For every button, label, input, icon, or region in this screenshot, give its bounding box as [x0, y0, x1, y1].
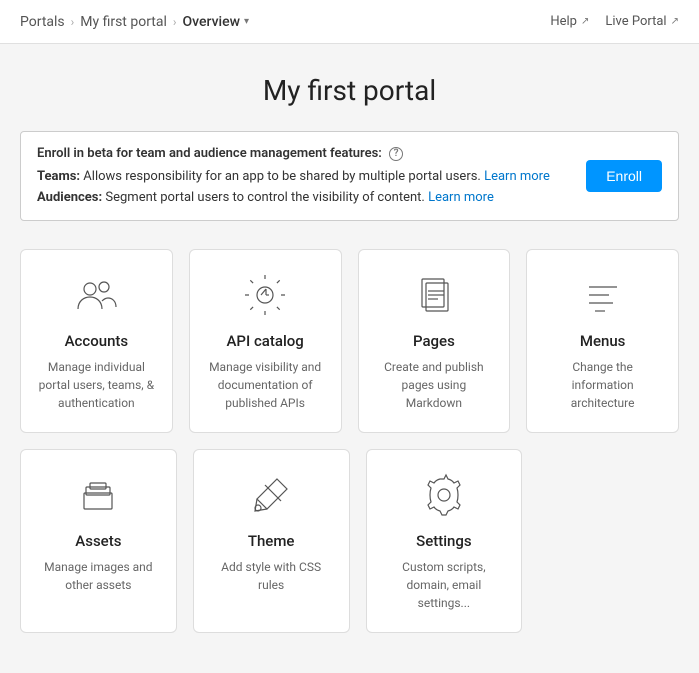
card-pages[interactable]: Pages Create and publish pages using Mar…: [358, 249, 511, 433]
assets-title: Assets: [75, 532, 121, 550]
breadcrumb-sep-1: ›: [71, 15, 75, 29]
teams-label: Teams:: [37, 169, 80, 184]
beta-title-text: Enroll in beta for team and audience man…: [37, 146, 382, 161]
breadcrumb-current-label: Overview: [183, 14, 240, 30]
teams-learn-more[interactable]: Learn more: [484, 169, 550, 184]
cards-section: Accounts Manage individual portal users,…: [20, 249, 679, 633]
help-external-icon: ↗: [581, 16, 589, 27]
enroll-button[interactable]: Enroll: [586, 160, 662, 192]
card-api-catalog[interactable]: API catalog Manage visibility and docume…: [189, 249, 342, 433]
help-link[interactable]: Help ↗: [550, 14, 589, 29]
breadcrumb-sep-2: ›: [173, 15, 177, 29]
live-portal-label: Live Portal: [605, 14, 666, 29]
beta-banner: Enroll in beta for team and audience man…: [20, 131, 679, 221]
page-title: My first portal: [20, 74, 679, 107]
pages-title: Pages: [413, 332, 455, 350]
beta-teams-line: Teams: Allows responsibility for an app …: [37, 167, 570, 188]
pages-icon: [409, 270, 459, 320]
breadcrumb: Portals › My first portal › Overview ▾: [20, 14, 249, 30]
teams-desc: Allows responsibility for an app to be s…: [83, 169, 481, 184]
help-label: Help: [550, 14, 577, 29]
pages-desc: Create and publish pages using Markdown: [375, 358, 494, 412]
card-theme[interactable]: Theme Add style with CSS rules: [193, 449, 350, 633]
audiences-learn-more[interactable]: Learn more: [428, 190, 494, 205]
beta-audiences-line: Audiences: Segment portal users to contr…: [37, 188, 570, 209]
menus-title: Menus: [580, 332, 626, 350]
theme-icon: [246, 470, 296, 520]
beta-help-icon[interactable]: ?: [389, 147, 403, 161]
breadcrumb-current: Overview ▾: [183, 14, 250, 30]
api-catalog-icon: [240, 270, 290, 320]
card-assets[interactable]: Assets Manage images and other assets: [20, 449, 177, 633]
audiences-desc: Segment portal users to control the visi…: [105, 190, 424, 205]
theme-title: Theme: [248, 532, 295, 550]
card-menus[interactable]: Menus Change the information architectur…: [526, 249, 679, 433]
api-catalog-title: API catalog: [226, 332, 303, 350]
breadcrumb-dropdown-arrow[interactable]: ▾: [244, 16, 249, 27]
live-portal-link[interactable]: Live Portal ↗: [605, 14, 679, 29]
breadcrumb-portals[interactable]: Portals: [20, 14, 65, 30]
api-catalog-desc: Manage visibility and documentation of p…: [206, 358, 325, 412]
beta-banner-title: Enroll in beta for team and audience man…: [37, 144, 570, 165]
accounts-title: Accounts: [65, 332, 129, 350]
accounts-desc: Manage individual portal users, teams, &…: [37, 358, 156, 412]
cards-grid-row2: Assets Manage images and other assets Th…: [20, 449, 522, 633]
live-portal-external-icon: ↗: [671, 16, 679, 27]
theme-desc: Add style with CSS rules: [210, 558, 333, 594]
accounts-icon: [71, 270, 121, 320]
settings-icon: [419, 470, 469, 520]
card-settings[interactable]: Settings Custom scripts, domain, email s…: [366, 449, 523, 633]
settings-desc: Custom scripts, domain, email settings..…: [383, 558, 506, 612]
menus-icon: [578, 270, 628, 320]
nav-right: Help ↗ Live Portal ↗: [550, 14, 679, 29]
card-accounts[interactable]: Accounts Manage individual portal users,…: [20, 249, 173, 433]
audiences-label: Audiences:: [37, 190, 102, 205]
breadcrumb-portal[interactable]: My first portal: [80, 14, 167, 30]
menus-desc: Change the information architecture: [543, 358, 662, 412]
cards-grid-row1: Accounts Manage individual portal users,…: [20, 249, 679, 433]
beta-banner-text: Enroll in beta for team and audience man…: [37, 144, 570, 208]
top-nav: Portals › My first portal › Overview ▾ H…: [0, 0, 699, 44]
settings-title: Settings: [416, 532, 472, 550]
assets-icon: [73, 470, 123, 520]
assets-desc: Manage images and other assets: [37, 558, 160, 594]
